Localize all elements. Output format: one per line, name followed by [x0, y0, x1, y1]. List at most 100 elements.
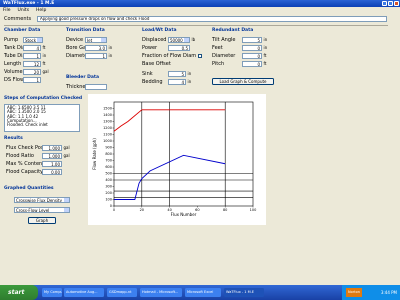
y-tick-label: 200 — [105, 191, 112, 195]
results-label: Flood Capacity — [6, 168, 43, 175]
taskbar-item[interactable]: GSDmapp-nt — [107, 288, 137, 297]
results-label: Flux Check Poss — [6, 144, 47, 151]
y-tick-label: 1000 — [103, 139, 112, 143]
menu-file[interactable]: File — [3, 7, 11, 14]
load-label: Fraction of Flow Diam — [142, 52, 197, 59]
maximize-icon[interactable] — [388, 1, 393, 6]
minimize-icon[interactable] — [382, 1, 387, 6]
load-title: Load/Wt Data — [142, 28, 177, 33]
divider — [4, 25, 388, 26]
y-tick-label: 1100 — [103, 133, 112, 137]
load-label: Sink — [142, 70, 153, 77]
taskbar-item[interactable]: Microsoft Excel — [185, 288, 221, 297]
unit-label: in — [263, 37, 268, 42]
y-tick-label: 1400 — [103, 113, 112, 117]
graph-button[interactable]: Graph — [28, 217, 56, 224]
load-label: Displaced — [142, 36, 167, 43]
taskbar-item[interactable]: Automotive Aug... — [64, 288, 104, 297]
chamber-label: Pump — [4, 36, 19, 43]
x-tick-label: 100 — [250, 208, 257, 212]
bleeder-field[interactable] — [85, 83, 107, 90]
chamber-field[interactable]: 1 — [23, 76, 41, 83]
start-button[interactable]: start — [0, 285, 38, 300]
graphed-quantity-1-select[interactable]: Crosswise Flux Density — [14, 196, 70, 203]
close-icon[interactable] — [394, 1, 399, 6]
x-tick-label: 80 — [223, 208, 227, 212]
results-label: Flood Ratio — [6, 152, 34, 159]
taskbar-item[interactable]: Hotmail - Microsoft... — [140, 288, 182, 297]
unit-label: gal — [63, 145, 70, 150]
menu-units[interactable]: Units — [18, 7, 30, 14]
y-tick-label: 100 — [105, 198, 112, 202]
y-tick-label: 1300 — [103, 120, 112, 124]
chamber-pump-select[interactable]: Stock — [23, 36, 43, 43]
system-tray: Norton 3:44 PM — [342, 285, 400, 300]
comments-row: Comments — [4, 15, 388, 22]
load-label: Bedding — [142, 78, 163, 85]
load-field[interactable]: 0.5 — [168, 44, 190, 51]
comments-label: Comments — [4, 15, 32, 22]
load-field[interactable]: 5 — [168, 70, 186, 77]
redundant-title: Redundant Data — [212, 28, 254, 33]
redundant-label: Pitch — [212, 60, 225, 67]
y-tick-label: 400 — [105, 178, 112, 182]
x-axis-label: Flux Number — [171, 212, 197, 217]
results-label: Max % Content — [6, 160, 45, 167]
taskbar-item[interactable]: My Computer — [42, 288, 62, 297]
unit-label: ft — [263, 61, 267, 66]
y-axis-label: Flow Rate (gph) — [92, 138, 97, 170]
chamber-field[interactable]: 4 — [23, 44, 41, 51]
redundant-label: Tilt Angle — [212, 36, 236, 43]
load-graph-compute-button[interactable]: Load Graph & Compute — [212, 78, 274, 85]
plot-area — [113, 101, 254, 207]
redundant-field[interactable]: 0 — [242, 60, 262, 67]
redundant-field[interactable]: 5 — [242, 36, 262, 43]
tray-norton-icon[interactable]: Norton — [346, 288, 362, 297]
redundant-field[interactable]: 0 — [242, 44, 262, 51]
results-title: Results — [4, 136, 23, 141]
transition-field[interactable]: 1 — [85, 52, 107, 59]
fraction-checkbox[interactable] — [198, 53, 202, 58]
chamber-label: Length — [4, 60, 22, 67]
unit-label: in — [187, 71, 192, 76]
steps-listbox[interactable]: ABC: 1.6500 3.5 11 ABC: 1.3500 2.0 15 AB… — [4, 104, 80, 132]
menu-help[interactable]: Help — [36, 7, 46, 14]
y-tick-label: 300 — [105, 185, 112, 189]
y-tick-label: 1500 — [103, 107, 112, 111]
redundant-label: Feet — [212, 44, 223, 51]
load-field[interactable]: 4 — [168, 78, 186, 85]
bleeder-title: Bleeder Data — [66, 75, 100, 80]
y-tick-label: 700 — [105, 159, 112, 163]
steps-title: Steps of Computation Checked — [4, 96, 83, 101]
taskbar: start My Computer Automotive Aug... GSDm… — [0, 285, 400, 300]
comments-input[interactable] — [37, 15, 387, 22]
taskbar-item[interactable]: WaTFlux - 1 M.E — [224, 288, 264, 297]
transition-label: Device — [66, 36, 84, 43]
unit-label: in — [42, 53, 47, 58]
unit-label: in — [187, 79, 192, 84]
chamber-field[interactable]: 20 — [23, 68, 41, 75]
chamber-title: Chamber Data — [4, 28, 41, 33]
results-field: 1.000 — [42, 152, 62, 159]
unit-label: in — [108, 45, 113, 50]
results-field: 1.00 — [42, 160, 62, 167]
chamber-field[interactable]: 1 — [23, 52, 41, 59]
y-tick-label: 800 — [105, 152, 112, 156]
results-field: 1.000 — [42, 144, 62, 151]
graphed-quantity-2-select[interactable]: Cross-Flow Level — [14, 206, 70, 213]
transition-field[interactable]: 3.0 — [85, 44, 107, 51]
chamber-field[interactable]: 12 — [23, 60, 41, 67]
x-tick-label: 0 — [113, 208, 115, 212]
unit-label: lb — [191, 37, 196, 42]
results-field: 0.00 — [42, 168, 62, 175]
window-title: WaTFlux.exe - 1 M.E — [3, 1, 55, 6]
transition-device-select[interactable]: Jet — [85, 36, 107, 43]
load-field[interactable]: 50000 — [168, 36, 190, 43]
redundant-label: Diameter — [212, 52, 236, 59]
unit-label: gal — [42, 69, 49, 74]
unit-label: ft — [263, 53, 267, 58]
x-tick-label: 20 — [140, 208, 144, 212]
redundant-field[interactable]: 0 — [242, 52, 262, 59]
chamber-label: Volume — [4, 68, 23, 75]
transition-label: Diameter — [66, 52, 90, 59]
